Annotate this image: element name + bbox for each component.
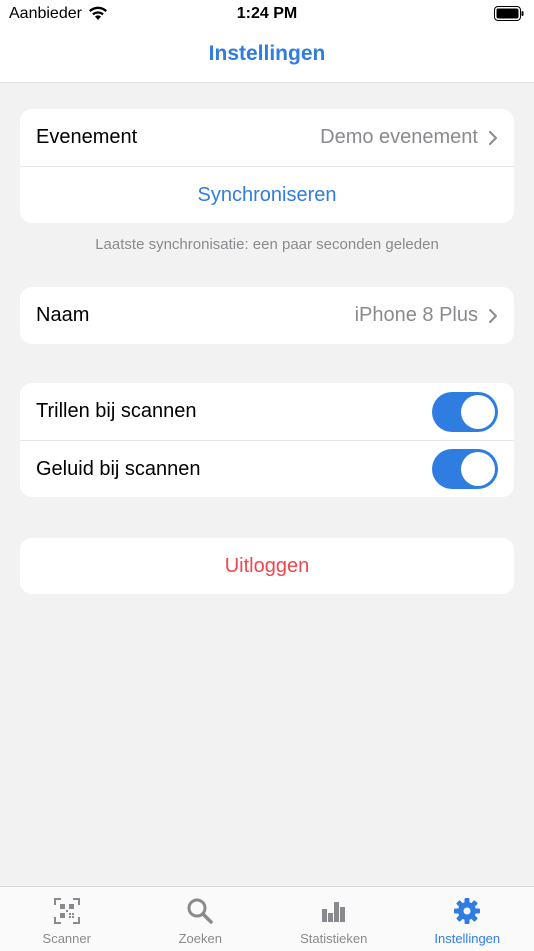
sync-label: Synchroniseren bbox=[198, 184, 337, 207]
device-name-row[interactable]: Naam iPhone 8 Plus bbox=[20, 287, 514, 344]
tab-bar: Scanner Zoeken Statistieken bbox=[0, 886, 534, 951]
status-bar: Aanbieder 1:24 PM bbox=[0, 0, 534, 28]
event-row[interactable]: Evenement Demo evenement bbox=[20, 109, 514, 166]
chevron-right-icon bbox=[488, 308, 498, 324]
vibrate-toggle[interactable] bbox=[432, 392, 498, 432]
event-label: Evenement bbox=[36, 126, 320, 149]
tab-label: Scanner bbox=[43, 931, 91, 946]
tab-instellingen[interactable]: Instellingen bbox=[401, 887, 534, 951]
event-card: Evenement Demo evenement Synchroniseren bbox=[20, 109, 514, 223]
sound-toggle[interactable] bbox=[432, 449, 498, 489]
qr-code-icon bbox=[53, 897, 81, 925]
tab-label: Instellingen bbox=[434, 931, 500, 946]
tab-scanner[interactable]: Scanner bbox=[0, 887, 134, 951]
vibrate-label: Trillen bij scannen bbox=[36, 400, 432, 423]
logout-button[interactable]: Uitloggen bbox=[20, 538, 514, 594]
bar-chart-icon bbox=[320, 897, 348, 925]
vibrate-row: Trillen bij scannen bbox=[20, 383, 514, 440]
toggle-knob bbox=[461, 395, 495, 429]
tab-label: Zoeken bbox=[179, 931, 222, 946]
page-title: Instellingen bbox=[0, 42, 534, 66]
logout-label: Uitloggen bbox=[225, 555, 310, 578]
sync-button[interactable]: Synchroniseren bbox=[20, 166, 514, 223]
search-icon bbox=[186, 897, 214, 925]
sound-label: Geluid bij scannen bbox=[36, 458, 432, 481]
last-sync-text: Laatste synchronisatie: een paar seconde… bbox=[0, 236, 534, 253]
sound-row: Geluid bij scannen bbox=[20, 440, 514, 497]
tab-zoeken[interactable]: Zoeken bbox=[134, 887, 268, 951]
tab-statistieken[interactable]: Statistieken bbox=[267, 887, 401, 951]
scan-feedback-card: Trillen bij scannen Geluid bij scannen bbox=[20, 383, 514, 497]
event-value: Demo evenement bbox=[320, 126, 478, 149]
tab-label: Statistieken bbox=[300, 931, 367, 946]
status-time: 1:24 PM bbox=[0, 5, 534, 23]
device-name-value: iPhone 8 Plus bbox=[355, 304, 478, 327]
navigation-header: Aanbieder 1:24 PM Instellingen bbox=[0, 0, 534, 83]
device-name-label: Naam bbox=[36, 304, 355, 327]
chevron-right-icon bbox=[488, 130, 498, 146]
device-card: Naam iPhone 8 Plus bbox=[20, 287, 514, 344]
toggle-knob bbox=[461, 452, 495, 486]
gear-icon bbox=[453, 897, 481, 925]
logout-card: Uitloggen bbox=[20, 538, 514, 594]
battery-icon bbox=[494, 6, 524, 21]
